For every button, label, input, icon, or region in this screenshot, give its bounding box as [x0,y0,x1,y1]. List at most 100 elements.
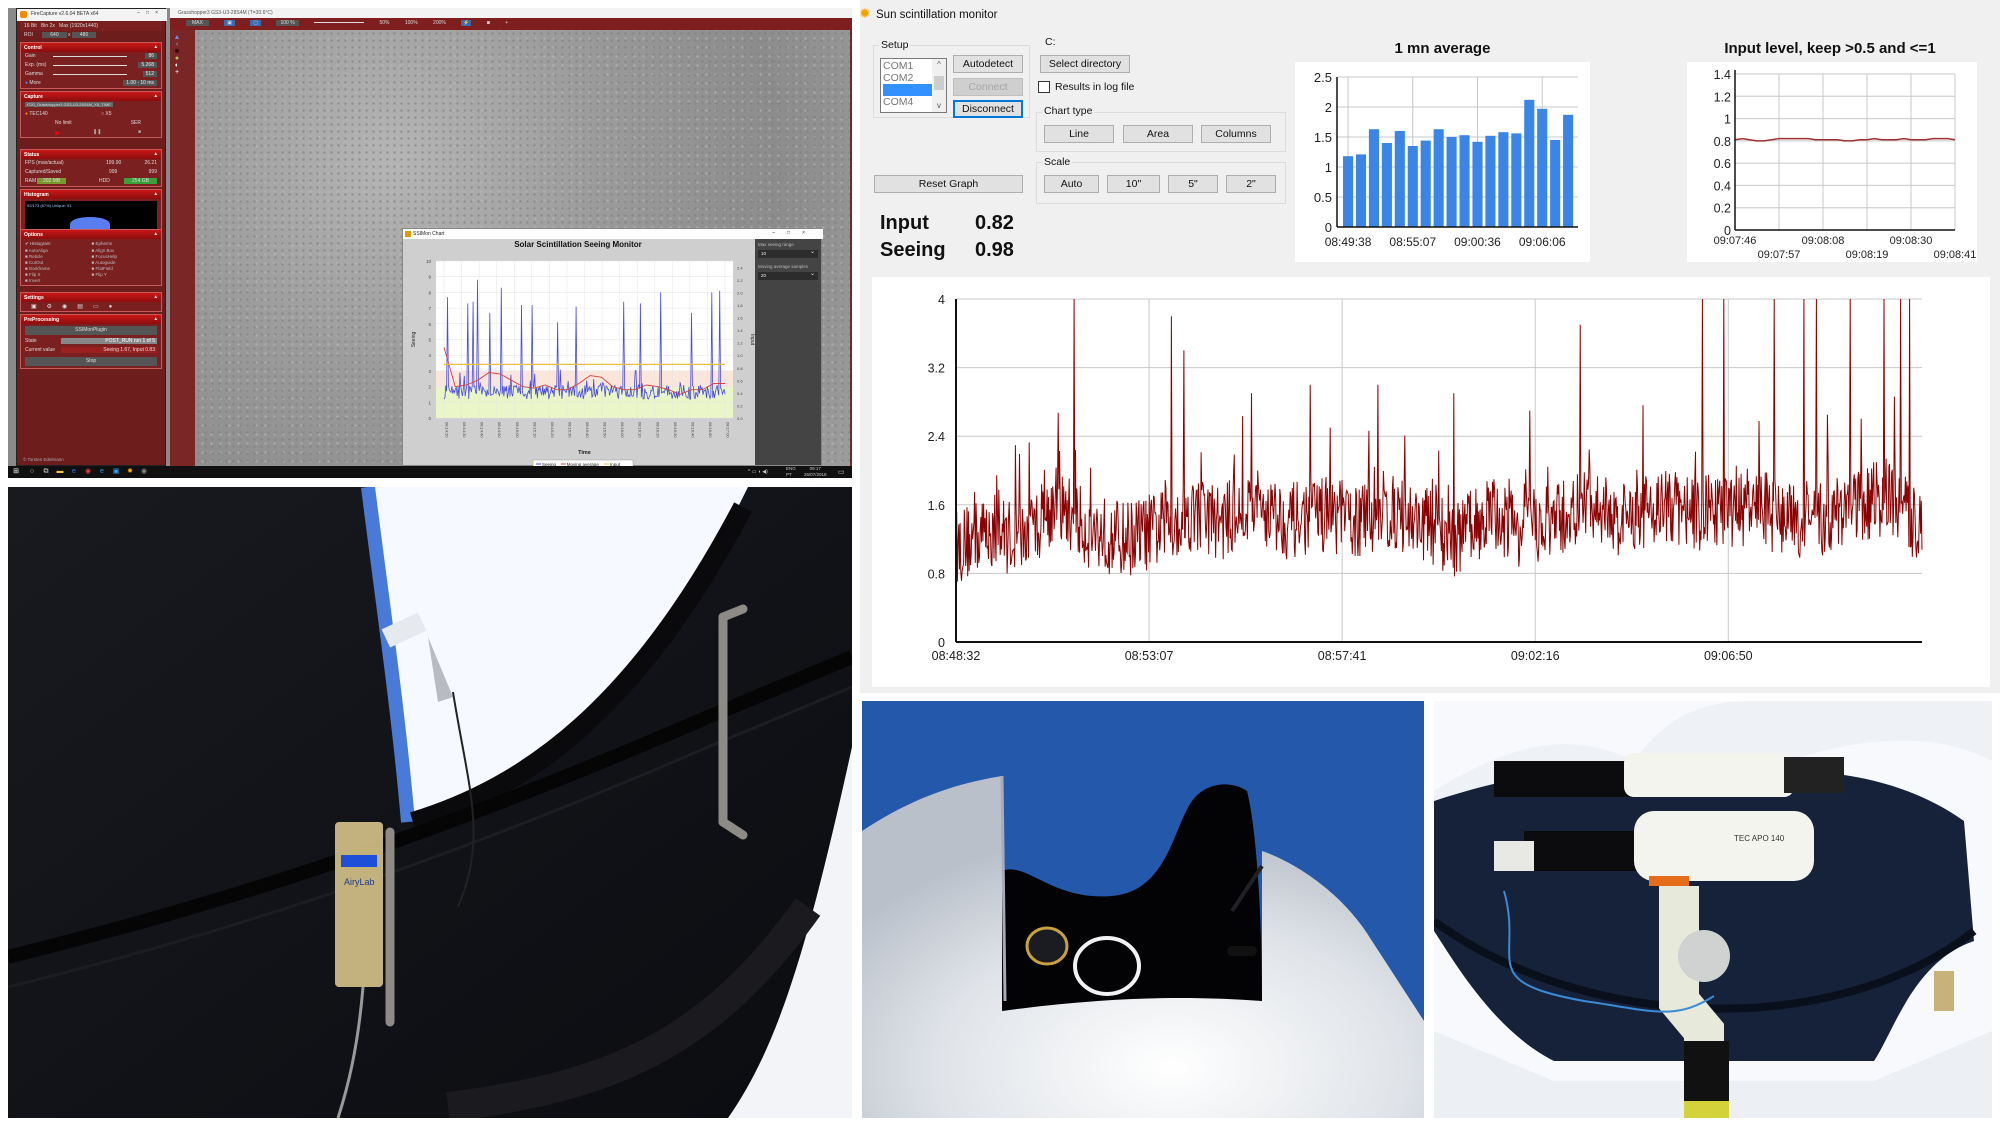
roi-width-input[interactable]: 640 [42,32,67,38]
notifications-icon[interactable]: ▭ [838,468,845,476]
arrow-tool-icon[interactable]: ‹ [170,41,184,48]
option-checkbox[interactable]: ■ Reticle [25,254,91,259]
square-tool-icon[interactable]: ■ [170,48,184,55]
max-radio[interactable]: Max (1920x1440) [59,23,98,29]
log-file-checkbox[interactable] [1038,81,1050,94]
option-checkbox[interactable]: ■ FlatField [92,266,158,271]
disconnect-button[interactable]: Disconnect [953,100,1023,118]
scroll-down-icon[interactable]: v [932,100,946,112]
photoshop-icon[interactable]: ▣ [112,468,120,476]
exposure-slider[interactable] [53,65,127,66]
telescope-label[interactable]: TEC140 [29,111,47,117]
settings-icons[interactable]: ▣⚙◉▤▭● [31,304,122,310]
record-play-icon[interactable]: ▶ [55,130,60,137]
status-panel-header[interactable]: Status [21,150,161,159]
scroll-thumb[interactable] [934,76,944,90]
select-directory-button[interactable]: Select directory [1040,55,1130,73]
control-panel-header[interactable]: Control [21,43,161,52]
preprocessing-panel-header[interactable]: PreProcessing [21,315,161,324]
max-seeing-select[interactable]: 10 [758,248,818,258]
option-checkbox[interactable]: ■ Flip X [25,272,91,277]
chart-type-area-button[interactable]: Area [1123,125,1193,143]
zoom-200-button[interactable]: 200% [433,20,446,26]
roi-radio[interactable]: ROI [24,32,33,38]
start-icon[interactable]: ⊞ [12,468,20,476]
edge-icon[interactable]: e [70,468,78,476]
chart-type-columns-button[interactable]: Columns [1201,125,1271,143]
scale-10-button[interactable]: 10" [1107,175,1160,193]
clock[interactable]: 09:17 26/07/2018 [804,466,827,478]
option-checkbox[interactable]: ■ Autoguide [92,260,158,265]
ie-icon[interactable]: e [98,468,106,476]
option-checkbox[interactable]: ■ Align Box [92,248,158,253]
zoom-50-button[interactable]: 50% [379,20,389,26]
window-controls-icon[interactable]: –□× [137,10,164,16]
firecapture-taskbar-icon[interactable]: ◉ [140,468,148,476]
more-dropdown[interactable]: More [29,80,40,86]
task-view-icon[interactable]: ⧉ [42,468,50,476]
option-checkbox[interactable]: ■ Ephems [92,241,158,247]
settings-panel-header[interactable]: Settings [21,293,161,302]
option-checkbox[interactable]: ■ Darkframe [25,266,91,271]
more-radio-icon[interactable]: ● [25,80,28,86]
scale-auto-button[interactable]: Auto [1044,175,1099,193]
exposure-value[interactable]: 5.268 [138,62,157,68]
option-checkbox[interactable]: ■ Flip Y [92,272,158,277]
gain-value[interactable]: 86 [145,53,157,59]
capture-panel-header[interactable]: Capture [21,92,161,101]
option-checkbox[interactable]: ✔ Histogram [25,241,91,247]
scale-5-button[interactable]: 5" [1168,175,1218,193]
roi-height-input[interactable]: 480 [71,32,97,38]
bit16-radio[interactable]: 16 Bit [24,23,37,29]
graph-icon[interactable]: ⚡ [461,20,472,26]
avg-bar-chart: 0 0.5 1 1.5 2 2.5 08:49:38 08:55:07 09:00:36 09:0… [1314,70,1578,249]
format-button[interactable]: SER [131,120,141,126]
autodetect-button[interactable]: Autodetect [953,55,1023,73]
sun-monitor-taskbar-icon[interactable]: ✹ [126,468,134,476]
zoom-100-button[interactable]: 100% [405,20,418,26]
chart-type-line-button[interactable]: Line [1044,125,1114,143]
crosshair-tool-icon[interactable]: + [170,69,184,76]
scale-2-button[interactable]: 2" [1226,175,1276,193]
circle-tool-icon[interactable]: ● [170,55,184,62]
gamma-slider[interactable] [53,74,127,75]
limit-button[interactable]: No limit [55,120,72,126]
option-checkbox[interactable]: ■ AutoAlign [25,248,91,253]
max-button[interactable]: MAX [186,20,209,26]
add-icon[interactable]: + [505,20,508,26]
search-icon[interactable]: ○ [28,468,36,476]
stop-button[interactable]: Stop [86,358,96,364]
capture-profile-field[interactable]: f720_Grasshopper3 GS3-U3-28S4M_X5_TIME [25,102,113,107]
histogram-panel-header[interactable]: Histogram [21,190,161,199]
log-file-checkbox-row[interactable]: Results in log file [1038,81,1134,94]
scroll-up-icon[interactable]: ^ [932,59,946,71]
connect-button[interactable]: Connect [953,78,1023,96]
barlow-label[interactable]: X5 [105,111,111,117]
fullscreen-icon[interactable]: ▢ [250,20,262,26]
reset-graph-button[interactable]: Reset Graph [874,175,1023,193]
ssimon-window-controls[interactable]: –□× [772,230,817,236]
option-checkbox[interactable]: ■ FocusHelp [92,254,158,259]
tray-icons[interactable]: ^ ▭ ◖ ◀) [748,469,768,475]
options-panel-header[interactable]: Options [21,230,161,239]
zoom-value[interactable]: 100 % [276,20,299,26]
moving-average-select[interactable]: 20 [758,270,818,280]
stop-icon[interactable]: ■ [138,129,141,135]
option-checkbox[interactable]: ■ CutOut [25,260,91,265]
gamma-value[interactable]: 512 [142,71,157,77]
zoom-slider[interactable] [314,22,365,24]
chrome-icon[interactable]: ◉ [84,468,92,476]
gain-slider[interactable] [53,56,127,57]
com-port-list[interactable]: COM1 COM2 COM3 COM4 ^ v [880,58,947,113]
language-indicator[interactable]: ENG PT [786,466,796,478]
pause-icon[interactable]: ❚❚ [93,129,101,135]
com-list-scrollbar[interactable]: ^ v [932,59,946,112]
plugin-name[interactable]: SSIMonPlugin [75,327,107,333]
file-explorer-icon[interactable]: ▬ [56,468,64,476]
bin-radio[interactable]: Bin 2x [41,23,55,29]
histogram-tool-icon[interactable]: ▲ [170,34,184,41]
contrast-tool-icon[interactable]: ◐ [170,62,184,69]
camera-icon[interactable]: ◙ [487,20,490,26]
option-checkbox[interactable]: ■ Invert [25,278,91,283]
fit-icon[interactable]: ▣ [224,20,235,26]
